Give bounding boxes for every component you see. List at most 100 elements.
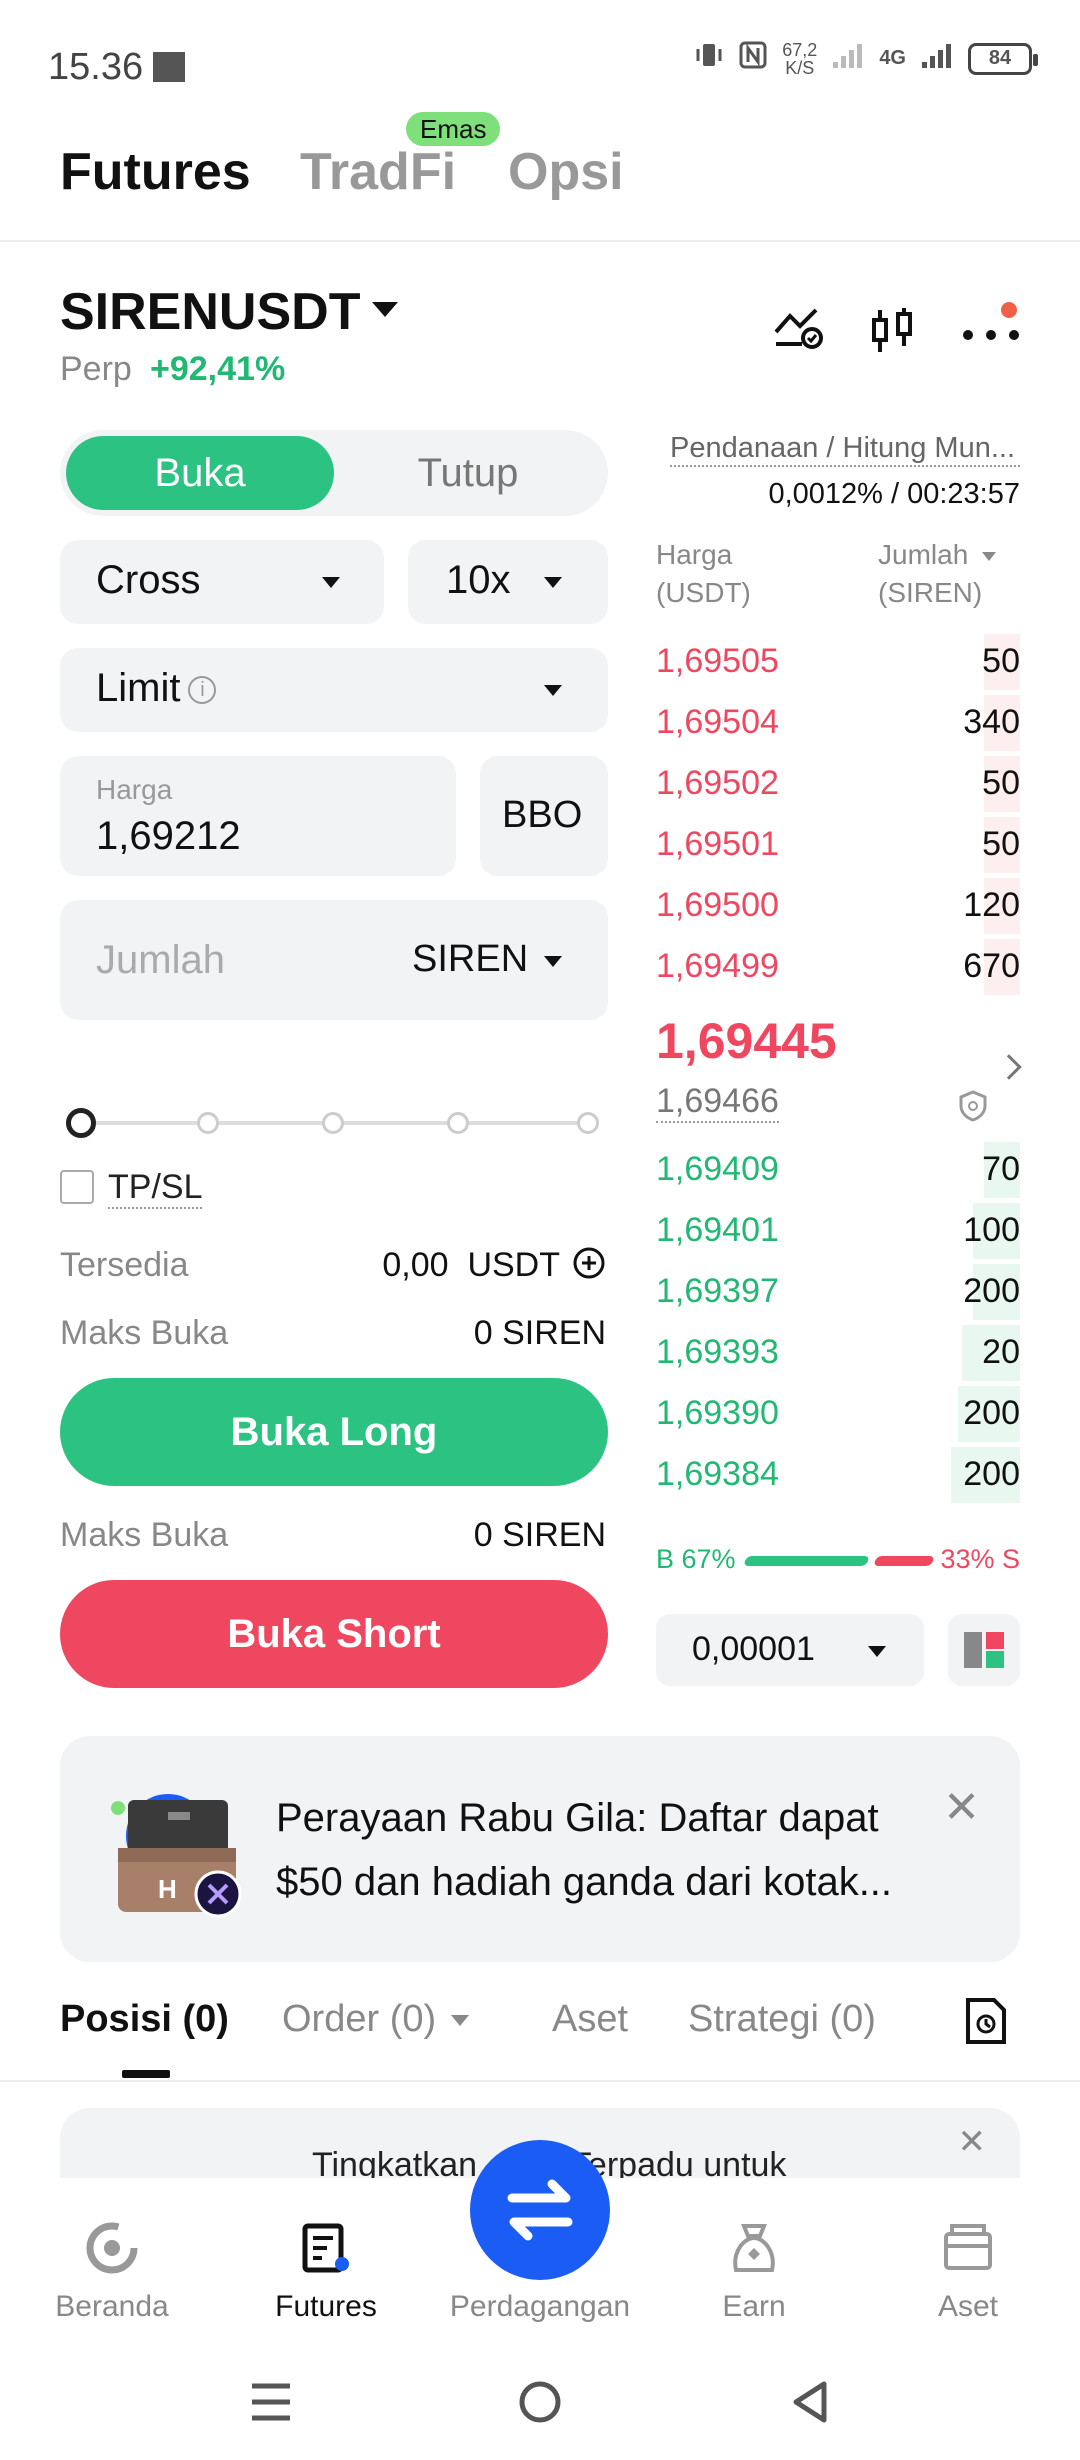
leverage-select[interactable]: 10x: [408, 540, 608, 624]
price-change: +92,41%: [150, 350, 286, 388]
home-icon: [86, 2222, 138, 2274]
trade-analysis-icon[interactable]: [772, 306, 826, 357]
ask-qty: 340: [963, 703, 1020, 741]
slider-step-25[interactable]: [197, 1112, 219, 1134]
slider-step-50[interactable]: [322, 1112, 344, 1134]
tab-orders[interactable]: Order (0): [282, 1998, 469, 2041]
close-icon[interactable]: ✕: [958, 2122, 987, 2162]
divider: [0, 2080, 1080, 2082]
gift-box-icon: H: [108, 1786, 258, 1931]
sell-ratio: 33% S: [940, 1544, 1020, 1574]
bid-row[interactable]: 1,69397 200: [656, 1264, 1020, 1320]
slider-step-100[interactable]: [577, 1112, 599, 1134]
ask-row[interactable]: 1,69499 670: [656, 939, 1020, 995]
bid-row[interactable]: 1,69384 200: [656, 1447, 1020, 1503]
trade-swap-button[interactable]: [470, 2140, 610, 2280]
open-short-button[interactable]: Buka Short: [60, 1580, 608, 1688]
nav-earn-label: Earn: [722, 2290, 786, 2323]
home-button-icon[interactable]: [518, 2380, 562, 2429]
mark-price[interactable]: 1,69466: [656, 1082, 779, 1123]
ask-row[interactable]: 1,69505 50: [656, 634, 1020, 690]
ask-row[interactable]: 1,69501 50: [656, 817, 1020, 873]
margin-mode-select[interactable]: Cross: [60, 540, 384, 624]
last-price[interactable]: 1,69445: [656, 1012, 837, 1070]
amount-unit-select[interactable]: SIREN: [412, 938, 528, 981]
ask-price: 1,69500: [656, 886, 779, 924]
price-input[interactable]: Harga 1,69212: [60, 756, 456, 876]
nav-futures-label: Futures: [275, 2290, 377, 2323]
tpsl-checkbox[interactable]: [60, 1170, 94, 1204]
back-icon[interactable]: [790, 2380, 830, 2429]
chevron-down-icon: [982, 552, 997, 562]
close-tab[interactable]: Tutup: [334, 436, 602, 510]
bid-qty: 20: [982, 1333, 1020, 1371]
tab-futures[interactable]: Futures: [60, 142, 251, 202]
tab-opsi[interactable]: Opsi: [508, 142, 624, 202]
bid-row[interactable]: 1,69390 200: [656, 1386, 1020, 1442]
ask-qty: 50: [982, 764, 1020, 802]
ask-qty: 120: [963, 886, 1020, 924]
promo-banner[interactable]: H Perayaan Rabu Gila: Daftar dapat $50 d…: [60, 1736, 1020, 1962]
chevron-down-icon: [868, 1646, 886, 1657]
max-open-long-label: Maks Buka: [60, 1314, 229, 1352]
available-label: Tersedia: [60, 1246, 189, 1284]
chevron-down-icon[interactable]: [372, 302, 398, 317]
ask-price: 1,69502: [656, 764, 779, 802]
chevron-down-icon: [450, 2015, 469, 2027]
bbo-label: BBO: [502, 794, 583, 836]
symbol-selector[interactable]: SIRENUSDT: [60, 282, 360, 342]
bid-price: 1,69409: [656, 1150, 779, 1188]
price-label: Harga: [96, 774, 173, 805]
bid-qty: 70: [982, 1150, 1020, 1188]
chevron-down-icon: [322, 577, 340, 588]
chevron-right-icon[interactable]: [996, 1054, 1022, 1080]
tab-assets[interactable]: Aset: [552, 1998, 628, 2041]
candlestick-chart-icon[interactable]: [868, 306, 918, 361]
ask-price: 1,69501: [656, 825, 779, 863]
slider-step-75[interactable]: [447, 1112, 469, 1134]
precision-select[interactable]: 0,00001: [656, 1614, 924, 1686]
max-open-short-label: Maks Buka: [60, 1516, 229, 1554]
bbo-button[interactable]: BBO: [480, 756, 608, 876]
signal-4g-icon: [920, 40, 954, 77]
order-type-label: Limit: [96, 666, 181, 710]
qty-header[interactable]: Jumlah (SIREN): [878, 536, 997, 612]
order-type-select[interactable]: Limit i: [60, 648, 608, 732]
open-long-button[interactable]: Buka Long: [60, 1378, 608, 1486]
network-type: 4G: [879, 47, 906, 69]
wallet-icon: [942, 2222, 994, 2274]
bid-price: 1,69390: [656, 1394, 779, 1432]
ask-row[interactable]: 1,69502 50: [656, 756, 1020, 812]
history-icon[interactable]: [964, 1996, 1008, 2051]
tpsl-label[interactable]: TP/SL: [108, 1168, 203, 1209]
bid-row[interactable]: 1,69409 70: [656, 1142, 1020, 1198]
buy-ratio-bar: [743, 1556, 870, 1566]
close-icon[interactable]: ✕: [943, 1782, 980, 1833]
ask-qty: 670: [963, 947, 1020, 985]
bid-row[interactable]: 1,69401 100: [656, 1203, 1020, 1259]
nav-assets-label: Aset: [937, 2290, 999, 2323]
amount-input[interactable]: Jumlah SIREN: [60, 900, 608, 1020]
tab-tradfi[interactable]: TradFi: [300, 142, 456, 202]
ask-row[interactable]: 1,69500 120: [656, 878, 1020, 934]
status-bar: 15.36 67,2 K/S 4G 84: [0, 0, 1080, 120]
price-value[interactable]: 1,69212: [96, 814, 241, 859]
bid-qty: 100: [963, 1211, 1020, 1249]
tab-positions[interactable]: Posisi (0): [60, 1998, 229, 2041]
menu-icon[interactable]: [250, 2382, 292, 2427]
chevron-down-icon[interactable]: [544, 956, 562, 967]
more-icon[interactable]: [962, 328, 1020, 346]
tab-orders-label: Order (0): [282, 1998, 437, 2040]
ask-row[interactable]: 1,69504 340: [656, 695, 1020, 751]
funding-label[interactable]: Pendanaan / Hitung Mun...: [670, 432, 1020, 467]
amount-slider-handle[interactable]: [66, 1108, 96, 1138]
open-tab[interactable]: Buka: [66, 436, 334, 510]
orderbook-layout-icon[interactable]: [948, 1614, 1020, 1686]
divider: [0, 240, 1080, 242]
tab-strategy[interactable]: Strategi (0): [688, 1998, 876, 2041]
info-icon[interactable]: i: [188, 676, 217, 705]
status-time: 15.36: [48, 46, 144, 88]
add-funds-icon[interactable]: [572, 1246, 606, 1285]
bid-row[interactable]: 1,69393 20: [656, 1325, 1020, 1381]
bid-price: 1,69401: [656, 1211, 779, 1249]
